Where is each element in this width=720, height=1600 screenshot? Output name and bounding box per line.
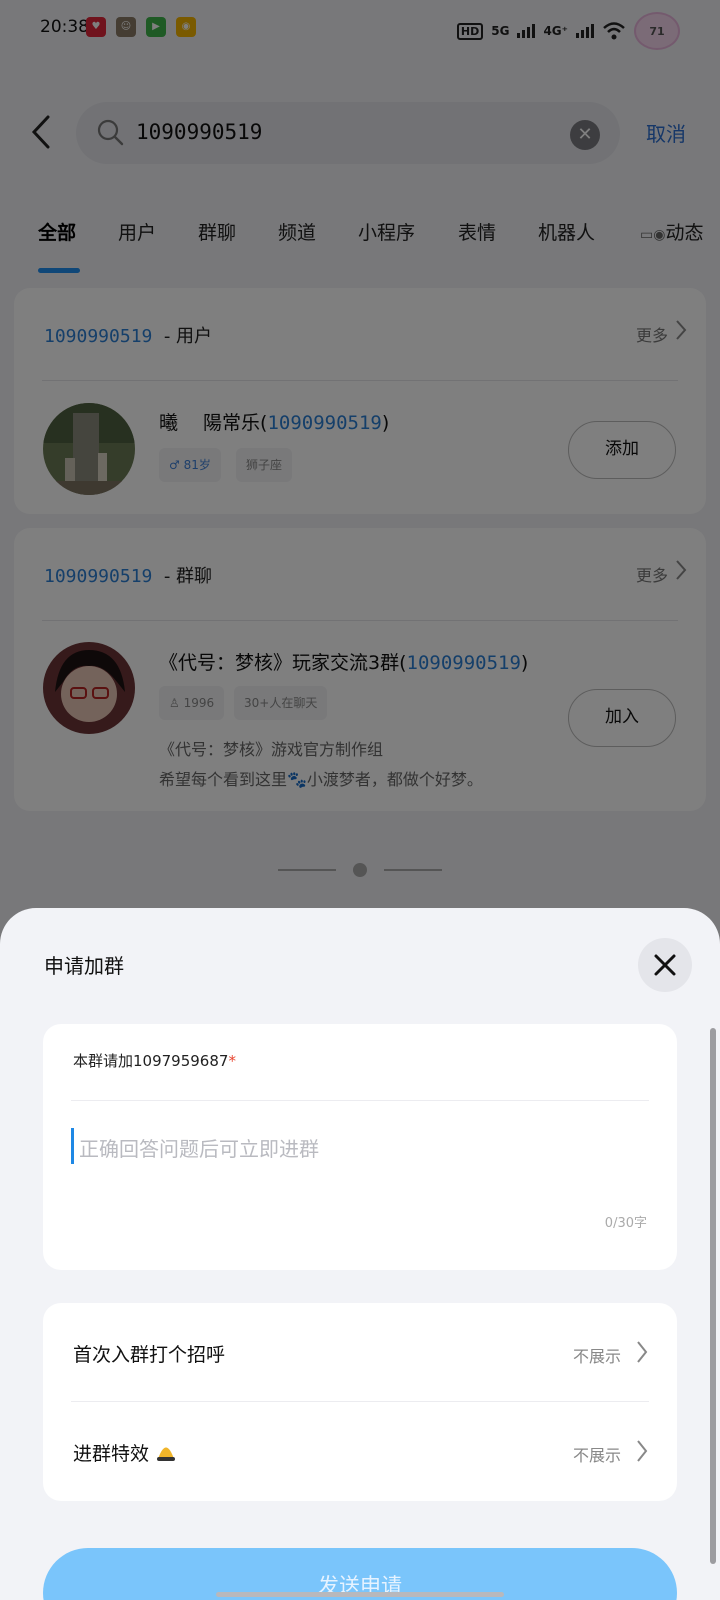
effect-option[interactable]: 进群特效 不展示 [43, 1402, 677, 1501]
chevron-right-icon [637, 1341, 648, 1363]
join-group-sheet: 申请加群 本群请加1097959687* 0/30字 首次入群打个招呼 不展示 … [0, 908, 720, 1600]
close-sheet-button[interactable] [638, 938, 692, 992]
effect-value: 不展示 [572, 1446, 621, 1465]
divider [71, 1100, 649, 1101]
required-mark: * [228, 1052, 236, 1070]
greeting-option[interactable]: 首次入群打个招呼 不展示 [43, 1303, 677, 1402]
answer-input[interactable] [79, 1132, 639, 1166]
question-box: 本群请加1097959687* 0/30字 [43, 1024, 677, 1270]
scrollbar[interactable] [710, 1028, 716, 1564]
greeting-label: 首次入群打个招呼 [73, 1344, 226, 1366]
question-label: 本群请加1097959687* [73, 1050, 236, 1071]
effect-icon [157, 1447, 176, 1461]
question-text: 本群请加1097959687 [73, 1052, 229, 1070]
sheet-title: 申请加群 [44, 954, 124, 978]
char-counter: 0/30字 [604, 1216, 647, 1231]
close-icon [654, 954, 676, 976]
text-caret [71, 1128, 74, 1164]
effect-label-wrap: 进群特效 [73, 1439, 177, 1466]
home-indicator [216, 1592, 504, 1597]
effect-label: 进群特效 [73, 1443, 150, 1465]
greeting-value: 不展示 [572, 1347, 621, 1366]
options-card: 首次入群打个招呼 不展示 进群特效 不展示 [43, 1303, 677, 1501]
chevron-right-icon [637, 1440, 648, 1462]
